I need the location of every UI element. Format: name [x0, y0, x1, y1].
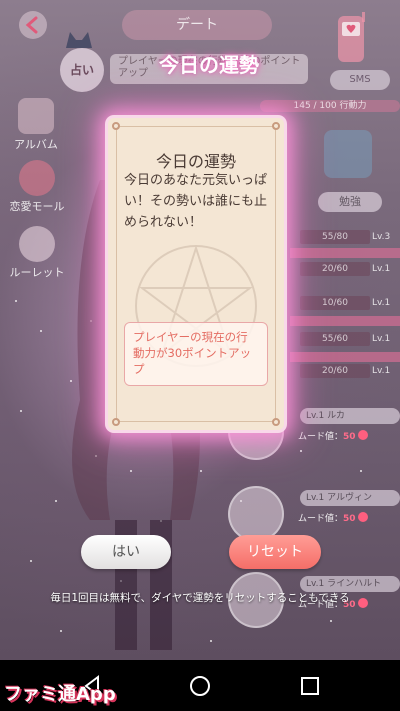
fortune-dialog: 今日の運勢 今日のあなた元気いっぱい！その勢いは誰にも止められない！ プレイヤー… [108, 118, 284, 430]
avatar [228, 486, 284, 542]
dialog-title: 今日の運勢 [155, 152, 236, 171]
stat-level: Lv.3 [372, 232, 391, 242]
mood-label: ムード値： [298, 514, 344, 524]
stat-value: 20/60 [300, 262, 370, 276]
mall-label: 恋愛モール [9, 200, 65, 213]
mood-line: ムード値：50 [298, 510, 398, 528]
mood-line: ムード値：50 [298, 428, 398, 446]
stat-divider-bar [290, 248, 400, 258]
character-name: Lv.1 アルヴィン [300, 490, 400, 506]
stat-value: 10/60 [300, 296, 370, 310]
mood-face-icon [357, 512, 368, 522]
stat-level: Lv.1 [372, 366, 391, 376]
corner-ornament-icon [272, 418, 280, 426]
character-name: Lv.1 ルカ [300, 408, 400, 424]
album-icon [18, 98, 54, 134]
stat-row: 55/60 Lv.1 [290, 328, 400, 350]
album-label: アルバム [14, 138, 58, 151]
cat-mascot-icon [66, 32, 92, 48]
backpack-icon[interactable] [324, 130, 372, 178]
phone-icon[interactable] [332, 12, 370, 66]
corner-ornament-icon [112, 418, 120, 426]
stat-level: Lv.1 [372, 264, 391, 274]
stat-divider-bar [290, 316, 400, 326]
action-points-bar: 145 / 100 行動力 [260, 100, 400, 112]
reset-button[interactable]: リセット [229, 535, 321, 569]
mall-menu[interactable]: 恋愛モール [2, 160, 72, 214]
album-menu[interactable]: アルバム [4, 98, 68, 152]
mood-value: 50 [343, 514, 356, 524]
stat-row: 20/60 Lv.1 [290, 258, 400, 280]
mood-value: 50 [343, 432, 356, 442]
stat-value: 55/80 [300, 230, 370, 244]
stat-value: 55/60 [300, 332, 370, 346]
sms-button[interactable]: SMS [330, 70, 390, 90]
fortune-button[interactable]: 占い [60, 48, 104, 92]
reset-note: 毎日1回目は無料で、ダイヤで運勢をリセットすることもできる [50, 592, 350, 604]
stat-row: 20/60 Lv.1 [290, 360, 400, 382]
stat-row: 10/60 Lv.1 [290, 292, 400, 314]
nav-recents-icon[interactable] [298, 674, 322, 698]
back-arrow-icon[interactable] [18, 10, 48, 40]
stat-value: 20/60 [300, 364, 370, 378]
nav-home-icon[interactable] [188, 674, 212, 698]
corner-ornament-icon [272, 122, 280, 130]
date-tab[interactable]: デート [122, 10, 272, 40]
study-button[interactable]: 勉強 [318, 192, 382, 212]
mood-face-icon [357, 430, 368, 440]
fortune-message: 今日のあなた元気いっぱい！その勢いは誰にも止められない！ [124, 173, 268, 230]
roulette-menu[interactable]: ルーレット [2, 226, 72, 280]
roulette-label: ルーレット [9, 266, 65, 279]
game-screen: デート 占い プレイヤーの現在の行動力が30ポイントアップ 今日の運勢 SMS … [0, 0, 400, 660]
stat-level: Lv.1 [372, 298, 391, 308]
yes-button[interactable]: はい [81, 535, 171, 569]
mood-label: ムード値： [298, 432, 344, 442]
famitsu-app-watermark: ファミ通App [4, 684, 116, 705]
fortune-heading: 今日の運勢 [159, 53, 259, 77]
corner-ornament-icon [112, 122, 120, 130]
stat-row: 55/80 Lv.3 [290, 226, 400, 248]
heart-balloon-icon [19, 160, 55, 196]
fortune-effect-box: プレイヤーの現在の行動力が30ポイントアップ [124, 322, 268, 386]
rabbit-icon [19, 226, 55, 262]
stat-level: Lv.1 [372, 334, 391, 344]
